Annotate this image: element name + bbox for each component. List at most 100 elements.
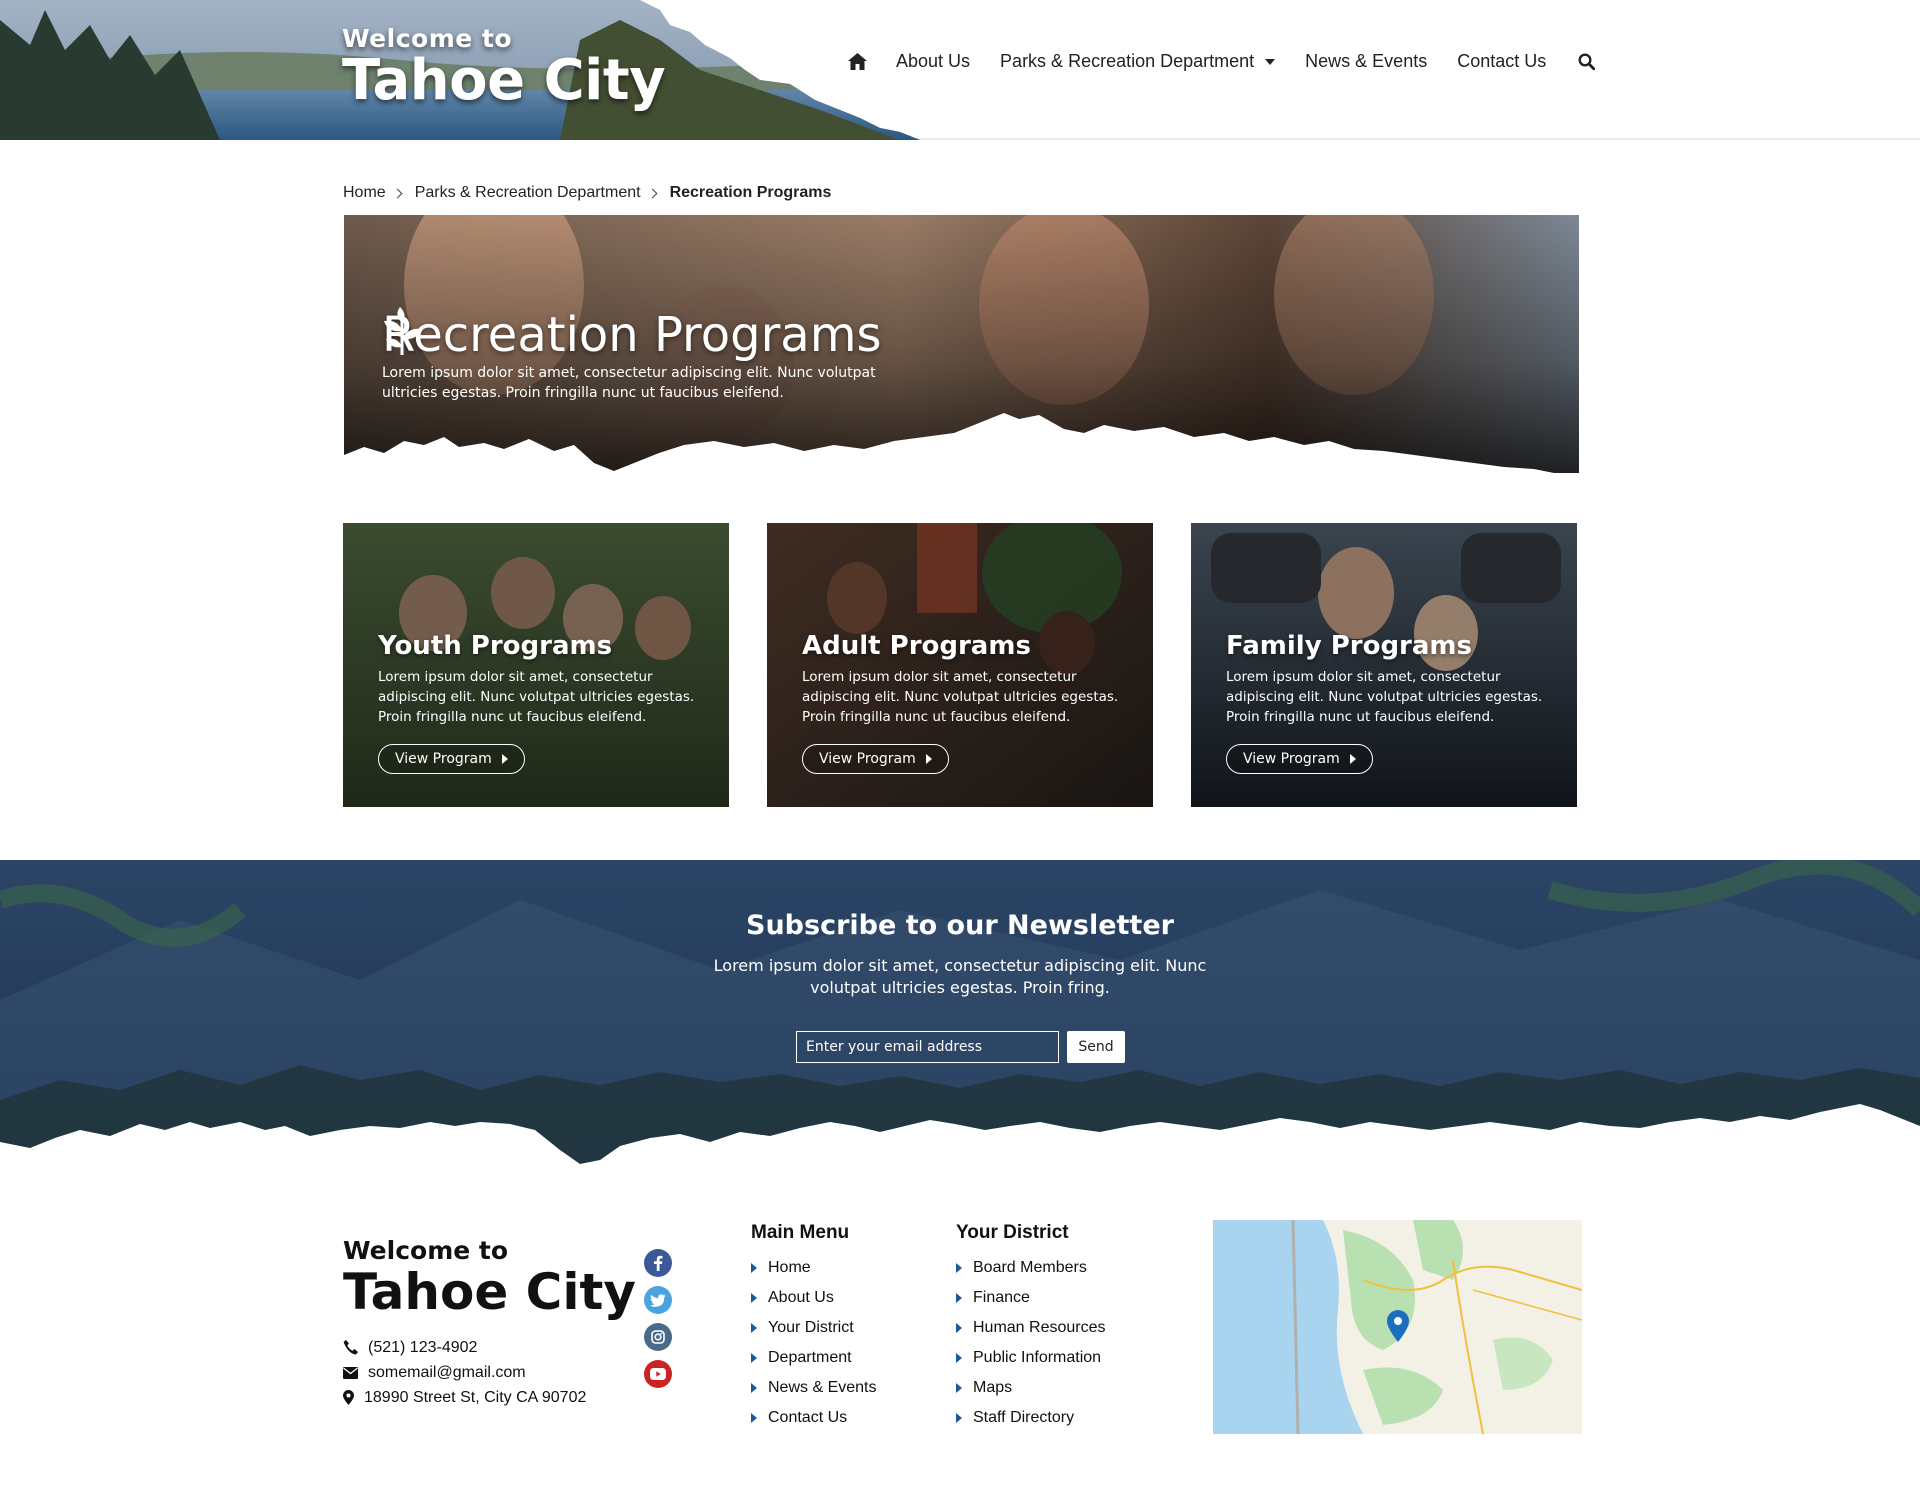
leaf-icon: [384, 307, 422, 355]
footer-link-your-district[interactable]: Your District: [751, 1313, 876, 1343]
site-header: Welcome to Tahoe City About Us Parks & R…: [0, 0, 1920, 140]
main-nav: About Us Parks & Recreation Department N…: [848, 51, 1598, 72]
nav-parks-recreation-label: Parks & Recreation Department: [1000, 51, 1255, 71]
caret-right-icon: [501, 754, 508, 764]
footer-link-label: Human Resources: [973, 1319, 1106, 1336]
caret-right-icon: [956, 1293, 962, 1303]
contact-email-text: somemail@gmail.com: [368, 1364, 526, 1381]
view-program-button[interactable]: View Program: [378, 744, 525, 774]
footer-link-maps[interactable]: Maps: [956, 1373, 1106, 1403]
footer-link-finance[interactable]: Finance: [956, 1283, 1106, 1313]
program-cards: Youth Programs Lorem ipsum dolor sit ame…: [343, 523, 1580, 807]
view-program-label: View Program: [1243, 751, 1340, 767]
send-button[interactable]: Send: [1067, 1031, 1125, 1063]
hero-title: Recreation Programs: [382, 307, 882, 363]
caret-right-icon: [1349, 754, 1356, 764]
social-links: [644, 1249, 672, 1397]
main-menu-heading: Main Menu: [751, 1222, 850, 1243]
contact-address: 18990 Street St, City CA 90702: [343, 1385, 586, 1410]
caret-right-icon: [925, 754, 932, 764]
hero-heading: Recreation Programs: [382, 307, 881, 363]
card-description: Lorem ipsum dolor sit amet, consectetur …: [802, 669, 1119, 725]
nav-parks-recreation[interactable]: Parks & Recreation Department: [1000, 51, 1276, 72]
card-description: Lorem ipsum dolor sit amet, consectetur …: [378, 669, 695, 725]
map-pin-icon: [343, 1390, 354, 1405]
newsletter-title: Subscribe to our Newsletter: [746, 910, 1174, 941]
caret-right-icon: [751, 1263, 757, 1273]
view-program-label: View Program: [819, 751, 916, 767]
footer-link-label: Department: [768, 1349, 852, 1366]
caret-right-icon: [956, 1353, 962, 1363]
footer-link-label: Staff Directory: [973, 1409, 1075, 1426]
phone-icon: [343, 1340, 358, 1355]
footer-link-label: Contact Us: [768, 1409, 848, 1426]
footer-contact: (521) 123-4902 somemail@gmail.com 18990 …: [343, 1335, 586, 1410]
footer-main-menu: Main Menu Home About Us Your District De…: [751, 1222, 876, 1433]
hero-description: Lorem ipsum dolor sit amet, consectetur …: [382, 365, 876, 401]
caret-right-icon: [751, 1413, 757, 1423]
view-program-label: View Program: [395, 751, 492, 767]
program-card-family[interactable]: Family Programs Lorem ipsum dolor sit am…: [1191, 523, 1577, 807]
caret-right-icon: [956, 1383, 962, 1393]
chevron-right-icon: [647, 188, 658, 198]
footer-link-label: About Us: [768, 1289, 834, 1306]
footer-link-contact-us[interactable]: Contact Us: [751, 1403, 876, 1433]
footer-link-staff-directory[interactable]: Staff Directory: [956, 1403, 1106, 1433]
footer-link-about-us[interactable]: About Us: [751, 1283, 876, 1313]
footer-link-human-resources[interactable]: Human Resources: [956, 1313, 1106, 1343]
contact-email[interactable]: somemail@gmail.com: [343, 1360, 586, 1385]
footer-link-label: Your District: [768, 1319, 854, 1336]
footer-link-label: Finance: [973, 1289, 1030, 1306]
nav-contact-us[interactable]: Contact Us: [1457, 51, 1546, 72]
hero-banner: Recreation Programs Lorem ipsum dolor si…: [344, 215, 1579, 485]
home-icon[interactable]: [848, 52, 868, 72]
newsletter-description: Lorem ipsum dolor sit amet, consectetur …: [713, 956, 1207, 997]
footer-link-board-members[interactable]: Board Members: [956, 1253, 1106, 1283]
youtube-icon[interactable]: [644, 1360, 672, 1388]
caret-right-icon: [751, 1323, 757, 1333]
footer-brand: Welcome to Tahoe City: [343, 1238, 636, 1317]
email-input[interactable]: [796, 1031, 1059, 1063]
footer-link-label: News & Events: [768, 1379, 877, 1396]
facebook-icon[interactable]: [644, 1249, 672, 1277]
twitter-icon[interactable]: [644, 1286, 672, 1314]
card-title: Adult Programs: [802, 631, 1031, 661]
page: Welcome to Tahoe City About Us Parks & R…: [0, 0, 1920, 1485]
breadcrumb-home[interactable]: Home: [343, 184, 386, 202]
footer-link-department[interactable]: Department: [751, 1343, 876, 1373]
instagram-icon[interactable]: [644, 1323, 672, 1351]
footer-city: Tahoe City: [343, 1263, 636, 1321]
brand-city: Tahoe City: [342, 48, 666, 113]
chevron-right-icon: [392, 188, 403, 198]
header-landscape-image: Welcome to Tahoe City: [0, 0, 920, 140]
footer-welcome: Welcome to: [343, 1236, 509, 1265]
contact-phone[interactable]: (521) 123-4902: [343, 1335, 586, 1360]
view-program-button[interactable]: View Program: [802, 744, 949, 774]
footer-link-public-information[interactable]: Public Information: [956, 1343, 1106, 1373]
footer-link-label: Public Information: [973, 1349, 1102, 1366]
search-icon[interactable]: [1578, 52, 1598, 72]
nav-news-events[interactable]: News & Events: [1305, 51, 1427, 72]
program-card-adult[interactable]: Adult Programs Lorem ipsum dolor sit ame…: [767, 523, 1153, 807]
district-menu-heading: Your District: [956, 1222, 1069, 1243]
breadcrumb-current: Recreation Programs: [669, 184, 832, 201]
brand-logo[interactable]: Welcome to Tahoe City: [342, 26, 666, 113]
contact-address-text: 18990 Street St, City CA 90702: [364, 1389, 587, 1406]
newsletter-form: Send: [796, 1031, 1125, 1063]
view-program-button[interactable]: View Program: [1226, 744, 1373, 774]
caret-right-icon: [956, 1413, 962, 1423]
footer-link-label: Maps: [973, 1379, 1013, 1396]
card-title: Family Programs: [1226, 631, 1472, 661]
caret-right-icon: [956, 1323, 962, 1333]
nav-about-us[interactable]: About Us: [896, 51, 970, 72]
card-description: Lorem ipsum dolor sit amet, consectetur …: [1226, 669, 1543, 725]
breadcrumb: Home Parks & Recreation Department Recre…: [343, 184, 831, 202]
footer-link-home[interactable]: Home: [751, 1253, 876, 1283]
location-map[interactable]: [1213, 1220, 1582, 1434]
card-title: Youth Programs: [378, 631, 613, 661]
program-card-youth[interactable]: Youth Programs Lorem ipsum dolor sit ame…: [343, 523, 729, 807]
contact-phone-text: (521) 123-4902: [368, 1339, 478, 1356]
footer-link-news-events[interactable]: News & Events: [751, 1373, 876, 1403]
envelope-icon: [343, 1366, 358, 1379]
breadcrumb-parks-recreation[interactable]: Parks & Recreation Department: [415, 184, 641, 202]
